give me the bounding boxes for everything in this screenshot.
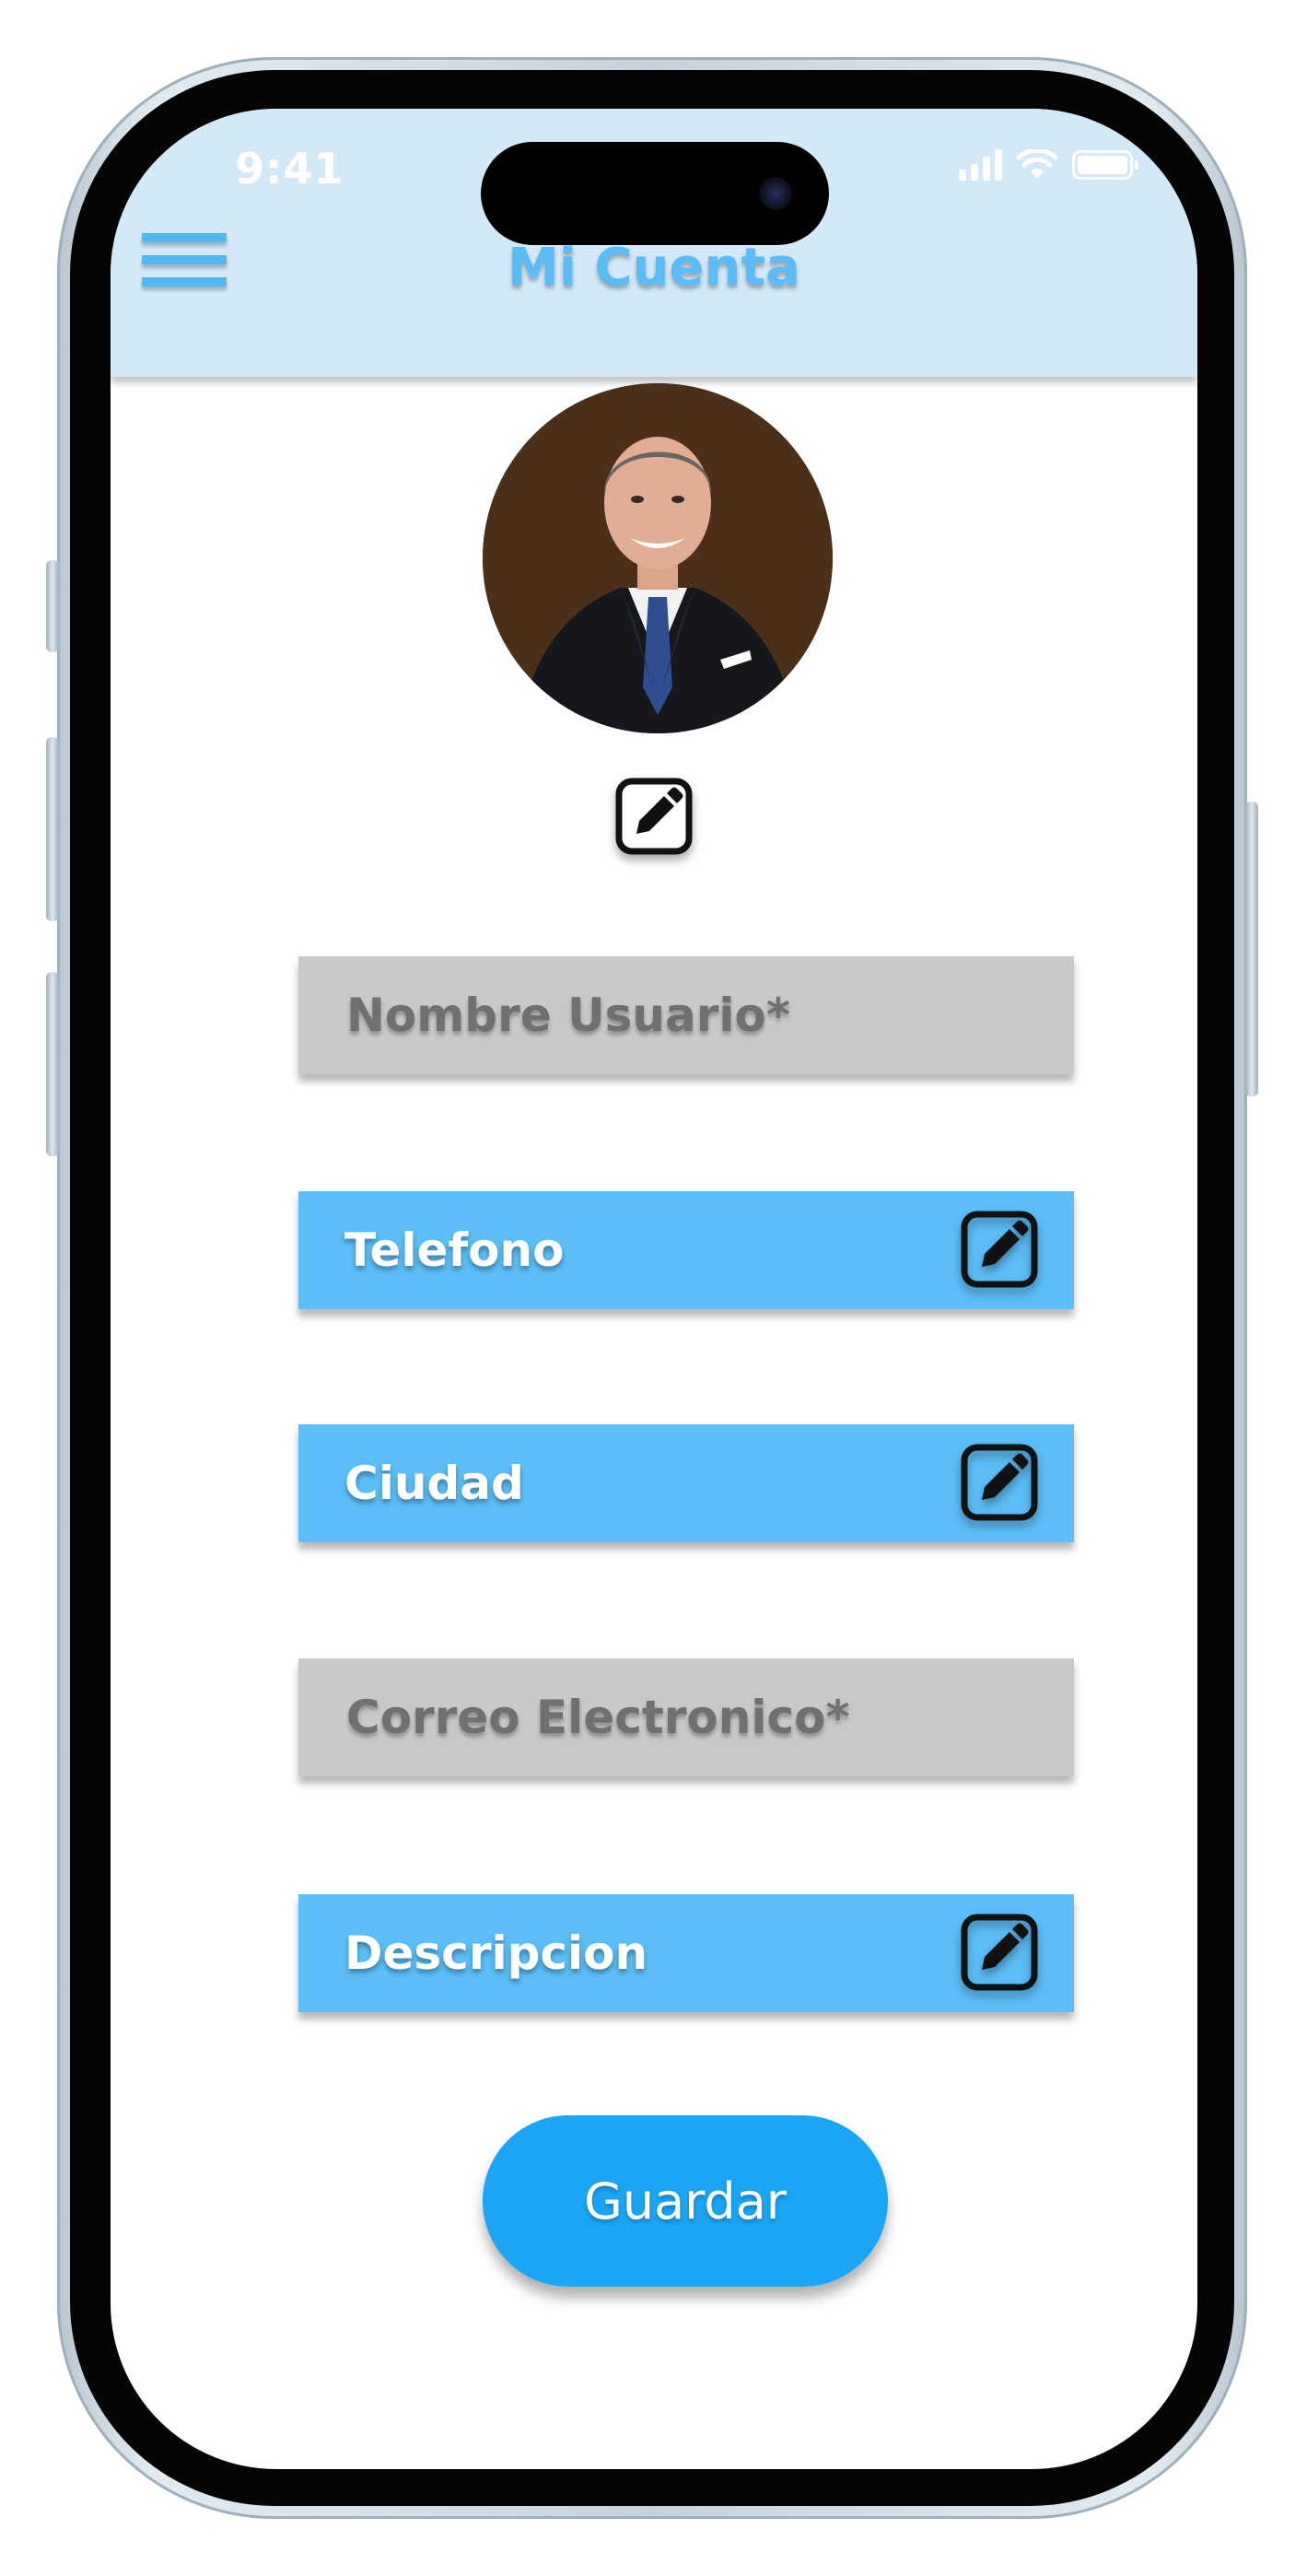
power-button [1245,802,1258,1096]
volume-up-button [46,737,59,921]
status-icons [959,149,1138,181]
phone-label: Telefono [344,1224,565,1277]
action-button [46,560,59,652]
page-title: Mi Cuenta [508,238,800,298]
avatar[interactable] [483,383,833,733]
battery-icon [1072,150,1138,180]
username-field[interactable] [298,956,1074,1074]
city-label: Ciudad [344,1457,524,1510]
city-field[interactable]: Ciudad [298,1424,1074,1542]
phone-field[interactable]: Telefono [298,1191,1074,1309]
save-button[interactable]: Guardar [483,2115,888,2287]
edit-phone-icon[interactable] [960,1210,1039,1289]
status-time: 9:41 [235,144,344,193]
edit-photo-icon[interactable] [614,777,694,856]
email-field[interactable] [298,1658,1074,1776]
avatar-photo [483,383,833,733]
edit-city-icon[interactable] [960,1443,1039,1522]
description-field[interactable]: Descripcion [298,1894,1074,2012]
signal-icon [959,149,1002,181]
camera-icon [759,177,792,210]
dynamic-island [481,142,829,245]
app-header: 9:41 Mi Cuenta [111,109,1197,377]
username-input[interactable] [344,988,1074,1043]
wifi-icon [1017,149,1057,179]
description-label: Descripcion [344,1926,648,1980]
edit-description-icon[interactable] [960,1913,1039,1992]
screen: 9:41 Mi Cuenta Nombre Usuario* Telefono … [111,109,1197,2469]
email-input[interactable] [344,1690,1074,1745]
volume-down-button [46,972,59,1156]
